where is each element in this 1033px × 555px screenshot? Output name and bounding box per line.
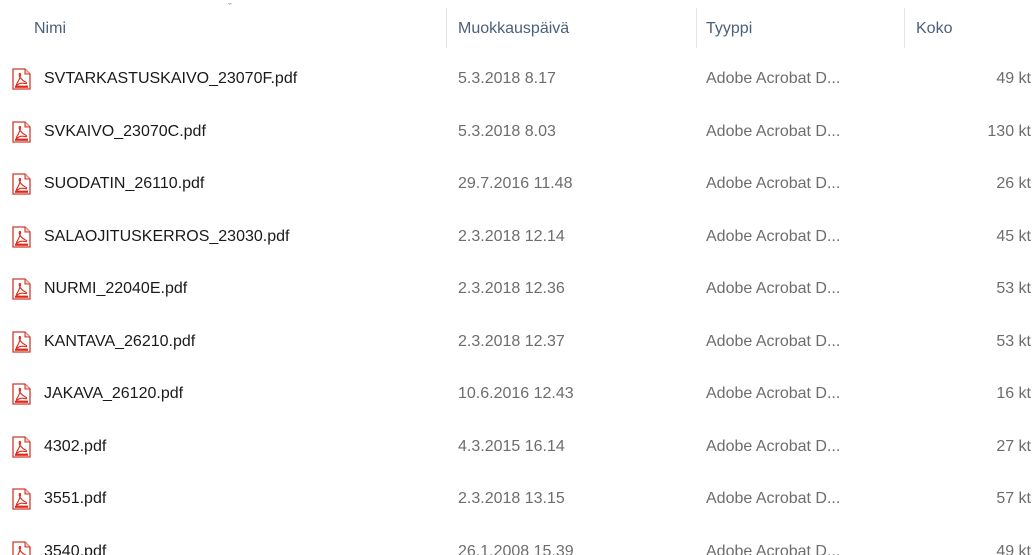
file-row[interactable]: SALAOJITUSKERROS_23030.pdf 2.3.2018 12.1… (0, 211, 1033, 264)
file-row[interactable]: KANTAVA_26210.pdf 2.3.2018 12.37 Adobe A… (0, 316, 1033, 369)
file-type: Adobe Acrobat D... (706, 122, 841, 140)
file-name: 3540.pdf (44, 542, 107, 555)
pdf-file-icon (12, 488, 31, 510)
file-row[interactable]: SVKAIVO_23070C.pdf 5.3.2018 8.03 Adobe A… (0, 106, 1033, 159)
file-size: 16 kt (996, 385, 1031, 402)
file-name: NURMI_22040E.pdf (44, 280, 188, 297)
pdf-file-icon (12, 68, 31, 90)
file-type: Adobe Acrobat D... (706, 437, 841, 455)
file-row[interactable]: 4302.pdf 4.3.2015 16.14 Adobe Acrobat D.… (0, 421, 1033, 474)
file-size: 26 kt (996, 175, 1031, 192)
file-modified-date: 5.3.2018 8.03 (458, 122, 556, 140)
file-name: SVTARKASTUSKAIVO_23070F.pdf (44, 70, 298, 87)
file-size: 53 kt (996, 332, 1031, 350)
file-name: SUODATIN_26110.pdf (44, 175, 205, 192)
file-modified-date: 2.3.2018 12.36 (458, 280, 565, 297)
file-type: Adobe Acrobat D... (706, 280, 841, 297)
file-type: Adobe Acrobat D... (706, 332, 841, 350)
file-name: SVKAIVO_23070C.pdf (44, 122, 206, 140)
file-size: 53 kt (996, 280, 1031, 297)
column-header-name[interactable]: Nimi (34, 0, 439, 55)
file-type: Adobe Acrobat D... (706, 70, 841, 87)
file-row[interactable]: 3551.pdf 2.3.2018 13.15 Adobe Acrobat D.… (0, 473, 1033, 526)
file-modified-date: 4.3.2015 16.14 (458, 437, 565, 455)
pdf-file-icon (12, 383, 31, 405)
file-type: Adobe Acrobat D... (706, 175, 841, 192)
column-divider[interactable] (446, 8, 447, 48)
file-type: Adobe Acrobat D... (706, 385, 841, 402)
file-modified-date: 10.6.2016 12.43 (458, 385, 574, 402)
file-name: JAKAVA_26120.pdf (44, 385, 184, 402)
file-size: 27 kt (996, 437, 1031, 455)
file-modified-date: 2.3.2018 12.37 (458, 332, 565, 350)
file-explorer-details-view: ˇ Nimi Muokkauspäivä Tyyppi Koko SVTARKA… (0, 0, 1033, 555)
file-list: SVTARKASTUSKAIVO_23070F.pdf 5.3.2018 8.1… (0, 53, 1033, 555)
pdf-file-icon (12, 225, 31, 248)
pdf-file-icon (12, 120, 31, 143)
file-modified-date: 26.1.2008 15.39 (458, 542, 574, 555)
file-modified-date: 2.3.2018 13.15 (458, 490, 565, 507)
file-name: KANTAVA_26210.pdf (44, 332, 196, 350)
file-row[interactable]: JAKAVA_26120.pdf 10.6.2016 12.43 Adobe A… (0, 368, 1033, 421)
file-type: Adobe Acrobat D... (706, 227, 841, 245)
pdf-file-icon (12, 278, 31, 300)
file-modified-date: 29.7.2016 11.48 (458, 175, 573, 192)
file-modified-date: 5.3.2018 8.17 (458, 70, 556, 87)
file-row[interactable]: SUODATIN_26110.pdf 29.7.2016 11.48 Adobe… (0, 158, 1033, 211)
column-header-type[interactable]: Tyyppi (706, 0, 896, 55)
pdf-file-icon (12, 330, 31, 353)
column-header-size[interactable]: Koko (916, 0, 1033, 55)
column-divider[interactable] (904, 8, 905, 48)
file-type: Adobe Acrobat D... (706, 542, 841, 555)
column-header-bar: ˇ Nimi Muokkauspäivä Tyyppi Koko (0, 0, 1033, 55)
file-size: 45 kt (996, 227, 1031, 245)
column-divider[interactable] (696, 8, 697, 48)
pdf-file-icon (12, 540, 31, 555)
file-name: SALAOJITUSKERROS_23030.pdf (44, 227, 290, 245)
pdf-file-icon (12, 435, 31, 458)
file-row[interactable]: 3540.pdf 26.1.2008 15.39 Adobe Acrobat D… (0, 526, 1033, 555)
file-size: 57 kt (996, 490, 1031, 507)
file-size: 49 kt (996, 70, 1031, 87)
file-type: Adobe Acrobat D... (706, 490, 841, 507)
file-row[interactable]: SVTARKASTUSKAIVO_23070F.pdf 5.3.2018 8.1… (0, 53, 1033, 106)
file-name: 4302.pdf (44, 437, 107, 455)
file-name: 3551.pdf (44, 490, 107, 507)
pdf-file-icon (12, 173, 31, 195)
column-header-modified[interactable]: Muokkauspäivä (458, 0, 688, 55)
file-size: 49 kt (996, 542, 1031, 555)
file-row[interactable]: NURMI_22040E.pdf 2.3.2018 12.36 Adobe Ac… (0, 263, 1033, 316)
file-size: 130 kt (987, 122, 1031, 140)
file-modified-date: 2.3.2018 12.14 (458, 227, 565, 245)
